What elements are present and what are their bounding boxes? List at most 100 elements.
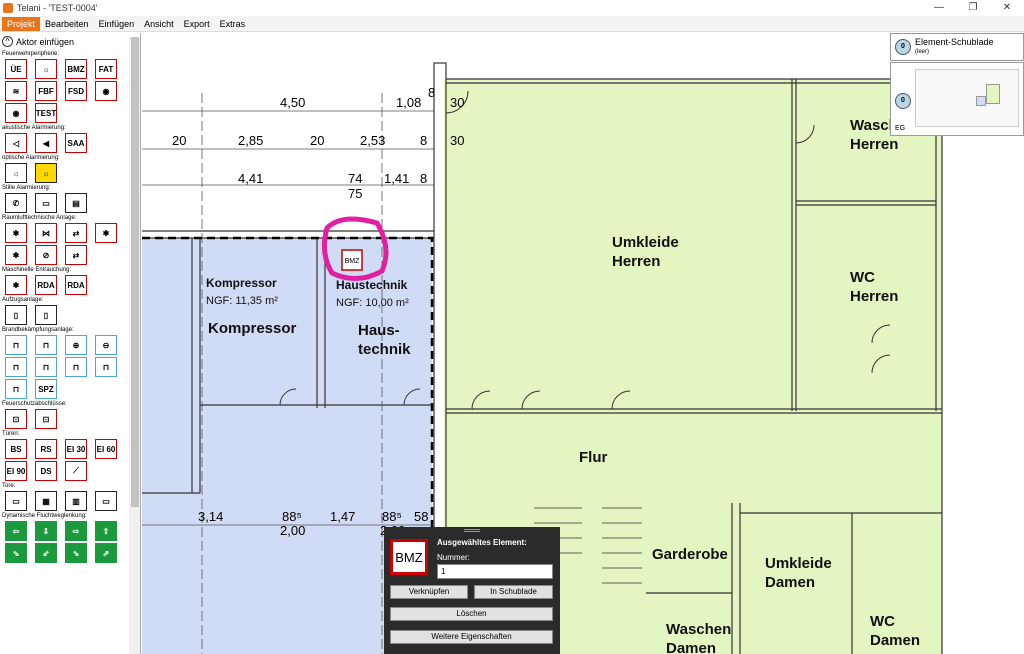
- actor-button[interactable]: ✱: [95, 223, 117, 243]
- room-title: Haustechnik: [336, 278, 408, 292]
- actor-button[interactable]: RS: [35, 439, 57, 459]
- actor-button[interactable]: ⇩: [35, 521, 57, 541]
- move-to-drawer-button[interactable]: In Schublade: [474, 585, 553, 599]
- actor-button[interactable]: ▦: [35, 491, 57, 511]
- actor-button[interactable]: ☼: [35, 163, 57, 183]
- delete-button[interactable]: Löschen: [390, 607, 553, 621]
- palette-scrollbar[interactable]: [129, 37, 140, 654]
- actor-button[interactable]: ⇘: [5, 543, 27, 563]
- actor-button[interactable]: SPZ: [35, 379, 57, 399]
- drawer-subtitle: (leer): [915, 49, 930, 55]
- floor-thumbnail[interactable]: 0 EG: [890, 62, 1024, 136]
- link-button[interactable]: Verknüpfen: [390, 585, 468, 599]
- actor-button[interactable]: ⊖: [95, 335, 117, 355]
- actor-button[interactable]: DS: [35, 461, 57, 481]
- actor-button[interactable]: ⊓: [5, 379, 27, 399]
- actor-button[interactable]: RDA: [35, 275, 57, 295]
- actor-button[interactable]: ⇗: [95, 543, 117, 563]
- category-label: akustische Alarmierung:: [2, 125, 66, 131]
- actor-button[interactable]: ⊓: [95, 357, 117, 377]
- actor-button[interactable]: ⊓: [35, 335, 57, 355]
- actor-button[interactable]: ≋: [5, 81, 27, 101]
- actor-button[interactable]: ⋈: [35, 223, 57, 243]
- actor-button[interactable]: ✆: [5, 193, 27, 213]
- actor-button[interactable]: ◉: [5, 103, 27, 123]
- room-label: Damen: [870, 632, 920, 649]
- actor-button[interactable]: ✱: [5, 275, 27, 295]
- actor-button[interactable]: SAA: [65, 133, 87, 153]
- actor-button[interactable]: BS: [5, 439, 27, 459]
- menu-einfuegen[interactable]: Einfügen: [94, 17, 140, 31]
- actor-button[interactable]: ◁: [5, 133, 27, 153]
- collapse-icon: ^: [2, 36, 13, 47]
- actor-button[interactable]: ⊕: [65, 335, 87, 355]
- actor-button[interactable]: ◉: [95, 81, 117, 101]
- actor-button[interactable]: EI 30: [65, 439, 87, 459]
- dim: 75: [348, 186, 362, 201]
- menu-projekt[interactable]: Projekt: [2, 16, 41, 31]
- actor-button[interactable]: ▥: [65, 491, 87, 511]
- actor-button[interactable]: ⊓: [5, 357, 27, 377]
- actor-button[interactable]: ⊓: [65, 357, 87, 377]
- dim: 58: [414, 509, 428, 524]
- actor-button[interactable]: RDA: [65, 275, 87, 295]
- panel-grip[interactable]: [464, 529, 480, 532]
- actor-button[interactable]: ✱: [5, 223, 27, 243]
- actor-button[interactable]: ÜE: [5, 59, 27, 79]
- actor-button[interactable]: BMZ: [65, 59, 87, 79]
- room-label: Garderobe: [652, 546, 728, 563]
- add-actor-label: Aktor einfügen: [16, 36, 75, 47]
- close-icon[interactable]: ✕: [990, 0, 1024, 16]
- actor-button[interactable]: ⇦: [5, 521, 27, 541]
- add-actor-toggle[interactable]: ^ Aktor einfügen: [0, 33, 140, 50]
- actor-button[interactable]: ☼: [5, 163, 27, 183]
- actor-button[interactable]: ✱: [5, 245, 27, 265]
- actor-button[interactable]: ▯: [5, 305, 27, 325]
- room-area: NGF: 10,00 m²: [336, 297, 409, 309]
- actor-button[interactable]: ⊡: [35, 409, 57, 429]
- panel-title: Ausgewähltes Element:: [437, 538, 527, 547]
- more-properties-button[interactable]: Weitere Eigenschaften: [390, 630, 553, 644]
- restore-icon[interactable]: ❐: [956, 0, 990, 16]
- actor-button[interactable]: ⇨: [65, 521, 87, 541]
- element-drawer[interactable]: 0 Element-Schublade (leer): [890, 33, 1024, 61]
- actor-button[interactable]: ⊓: [5, 335, 27, 355]
- actor-button[interactable]: FAT: [95, 59, 117, 79]
- dim: 88⁵: [282, 509, 302, 524]
- room-label: Umkleide: [612, 234, 679, 251]
- actor-button[interactable]: ▭: [35, 193, 57, 213]
- actor-button[interactable]: TEST: [35, 103, 57, 123]
- actor-button[interactable]: FBF: [35, 81, 57, 101]
- actor-button[interactable]: ▯: [35, 305, 57, 325]
- menu-bearbeiten[interactable]: Bearbeiten: [40, 17, 94, 31]
- actor-button[interactable]: ☼: [35, 59, 57, 79]
- actor-button[interactable]: ⇄: [65, 223, 87, 243]
- room-label: WC: [850, 269, 875, 286]
- actor-button[interactable]: ⇙: [35, 543, 57, 563]
- actor-button[interactable]: ◀: [35, 133, 57, 153]
- scrollbar-thumb[interactable]: [131, 37, 139, 507]
- room-label: Umkleide: [765, 555, 832, 572]
- actor-button[interactable]: ⇘: [65, 543, 87, 563]
- actor-button[interactable]: ⊘: [35, 245, 57, 265]
- actor-button[interactable]: ▭: [95, 491, 117, 511]
- actor-button[interactable]: ▤: [65, 193, 87, 213]
- actor-button[interactable]: EI 60: [95, 439, 117, 459]
- menu-ansicht[interactable]: Ansicht: [139, 17, 179, 31]
- actor-button[interactable]: ⊓: [35, 357, 57, 377]
- minimize-icon[interactable]: —: [922, 0, 956, 16]
- menu-bar: Projekt Bearbeiten Einfügen Ansicht Expo…: [0, 16, 1024, 32]
- actor-button[interactable]: ⇧: [95, 521, 117, 541]
- actor-button[interactable]: ▭: [5, 491, 27, 511]
- room-label: Herren: [850, 288, 898, 305]
- actor-button[interactable]: ⟋: [65, 461, 87, 481]
- actor-palette: ^ Aktor einfügen Feuerwehrperipherie: ÜE ☼…: [0, 33, 141, 654]
- bmz-marker[interactable]: BMZ: [345, 258, 361, 265]
- actor-button[interactable]: ⊡: [5, 409, 27, 429]
- menu-export[interactable]: Export: [179, 17, 215, 31]
- number-input[interactable]: 1: [437, 564, 553, 579]
- menu-extras[interactable]: Extras: [215, 17, 251, 31]
- actor-button[interactable]: FSD: [65, 81, 87, 101]
- actor-button[interactable]: EI 90: [5, 461, 27, 481]
- actor-button[interactable]: ⇄: [65, 245, 87, 265]
